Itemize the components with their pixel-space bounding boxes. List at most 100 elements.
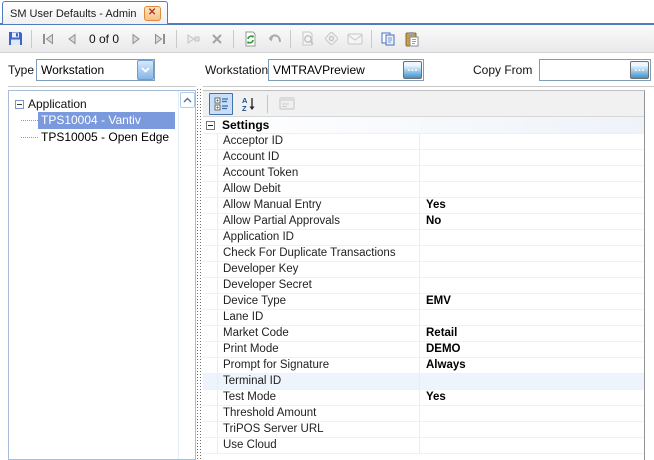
property-name[interactable]: Developer Secret (219, 278, 420, 293)
property-name[interactable]: TriPOS Server URL (219, 422, 420, 437)
tab-close-icon[interactable]: ✕ (144, 6, 161, 21)
property-row[interactable]: Lane ID (203, 310, 644, 326)
property-name[interactable]: Check For Duplicate Transactions (219, 246, 420, 261)
paste-button[interactable] (401, 28, 423, 50)
property-value[interactable] (421, 166, 644, 181)
property-row[interactable]: Device TypeEMV (203, 294, 644, 310)
property-value[interactable] (421, 310, 644, 325)
property-row[interactable]: Application ID (203, 230, 644, 246)
property-value[interactable]: Retail (421, 326, 644, 341)
property-row[interactable]: Prompt for SignatureAlways (203, 358, 644, 374)
help-button[interactable] (320, 28, 342, 50)
category-row-settings[interactable]: Settings (203, 117, 644, 134)
chevron-down-icon[interactable] (137, 60, 154, 80)
tree-item-label[interactable]: TPS10004 - Vantiv (38, 112, 175, 129)
copy-from-field[interactable]: … (539, 59, 651, 81)
refresh-button[interactable] (239, 28, 261, 50)
row-gutter (203, 150, 218, 165)
property-row[interactable]: Market CodeRetail (203, 326, 644, 342)
tree-root-node[interactable]: Application (15, 96, 87, 112)
property-row[interactable]: Terminal ID (203, 374, 644, 390)
collapse-minus-icon[interactable] (206, 121, 215, 130)
property-name[interactable]: Application ID (219, 230, 420, 245)
tree-item[interactable]: TPS10005 - Open Edge (21, 129, 174, 145)
property-row[interactable]: Use Cloud (203, 438, 644, 454)
collapse-minus-icon[interactable] (15, 100, 24, 109)
property-name[interactable]: Print Mode (219, 342, 420, 357)
property-row[interactable]: Threshold Amount (203, 406, 644, 422)
property-row[interactable]: Check For Duplicate Transactions (203, 246, 644, 262)
workstation-ellipsis-button[interactable]: … (403, 61, 422, 79)
copy-button[interactable] (377, 28, 399, 50)
tab-sm-user-defaults[interactable]: SM User Defaults - Admin ✕ (2, 1, 168, 24)
property-value[interactable] (421, 134, 644, 149)
previous-record-button[interactable] (61, 28, 83, 50)
next-record-button[interactable] (125, 28, 147, 50)
categorized-button[interactable] (209, 93, 233, 115)
property-row[interactable]: Test ModeYes (203, 390, 644, 406)
property-name[interactable]: Lane ID (219, 310, 420, 325)
property-value[interactable]: DEMO (421, 342, 644, 357)
print-preview-button[interactable] (296, 28, 318, 50)
property-row[interactable]: Developer Secret (203, 278, 644, 294)
scroll-up-button[interactable] (180, 92, 195, 108)
property-value[interactable] (421, 422, 644, 437)
property-name[interactable]: Terminal ID (219, 374, 420, 389)
workstation-label: Workstation (205, 63, 268, 77)
property-row[interactable]: Developer Key (203, 262, 644, 278)
property-value[interactable] (421, 150, 644, 165)
property-name[interactable]: Prompt for Signature (219, 358, 420, 373)
delete-button[interactable] (206, 28, 228, 50)
property-value[interactable] (421, 278, 644, 293)
property-name[interactable]: Use Cloud (219, 438, 420, 453)
property-name[interactable]: Acceptor ID (219, 134, 420, 149)
property-value[interactable] (421, 246, 644, 261)
property-name[interactable]: Threshold Amount (219, 406, 420, 421)
alphabetical-button[interactable]: A Z (236, 93, 260, 115)
copy-from-ellipsis-button[interactable]: … (630, 61, 649, 79)
row-gutter (203, 358, 218, 373)
property-value[interactable]: EMV (421, 294, 644, 309)
property-name[interactable]: Account Token (219, 166, 420, 181)
property-value[interactable] (421, 182, 644, 197)
property-value[interactable] (421, 406, 644, 421)
undo-button[interactable] (263, 28, 285, 50)
property-row[interactable]: Allow Manual EntryYes (203, 198, 644, 214)
property-name[interactable]: Market Code (219, 326, 420, 341)
type-combobox[interactable]: Workstation (36, 59, 155, 81)
property-row[interactable]: TriPOS Server URL (203, 422, 644, 438)
save-button[interactable] (4, 28, 26, 50)
property-value[interactable] (421, 230, 644, 245)
property-row[interactable]: Account Token (203, 166, 644, 182)
new-record-button[interactable] (182, 28, 204, 50)
property-name[interactable]: Allow Debit (219, 182, 420, 197)
property-value[interactable]: Always (421, 358, 644, 373)
property-name[interactable]: Account ID (219, 150, 420, 165)
property-value[interactable] (421, 438, 644, 453)
property-value[interactable] (421, 262, 644, 277)
workstation-field[interactable]: VMTRAVPreview … (268, 59, 424, 81)
splitter-handle[interactable] (196, 88, 203, 460)
property-pages-button[interactable] (275, 93, 299, 115)
property-value[interactable]: No (421, 214, 644, 229)
property-row[interactable]: Acceptor ID (203, 134, 644, 150)
print-preview-icon (300, 31, 315, 46)
last-record-button[interactable] (149, 28, 171, 50)
property-name[interactable]: Allow Manual Entry (219, 198, 420, 213)
email-button[interactable] (344, 28, 366, 50)
tree-item[interactable]: TPS10004 - Vantiv (21, 112, 175, 128)
property-name[interactable]: Allow Partial Approvals (219, 214, 420, 229)
property-name[interactable]: Developer Key (219, 262, 420, 277)
property-row[interactable]: Account ID (203, 150, 644, 166)
property-row[interactable]: Allow Partial ApprovalsNo (203, 214, 644, 230)
property-name[interactable]: Device Type (219, 294, 420, 309)
first-record-button[interactable] (37, 28, 59, 50)
property-value[interactable] (421, 374, 644, 389)
property-row[interactable]: Allow Debit (203, 182, 644, 198)
property-row[interactable]: Print ModeDEMO (203, 342, 644, 358)
property-value[interactable]: Yes (421, 390, 644, 405)
tree-item-label[interactable]: TPS10005 - Open Edge (38, 129, 174, 146)
property-name[interactable]: Test Mode (219, 390, 420, 405)
property-value[interactable]: Yes (421, 198, 644, 213)
tree-scrollbar[interactable] (178, 91, 195, 459)
